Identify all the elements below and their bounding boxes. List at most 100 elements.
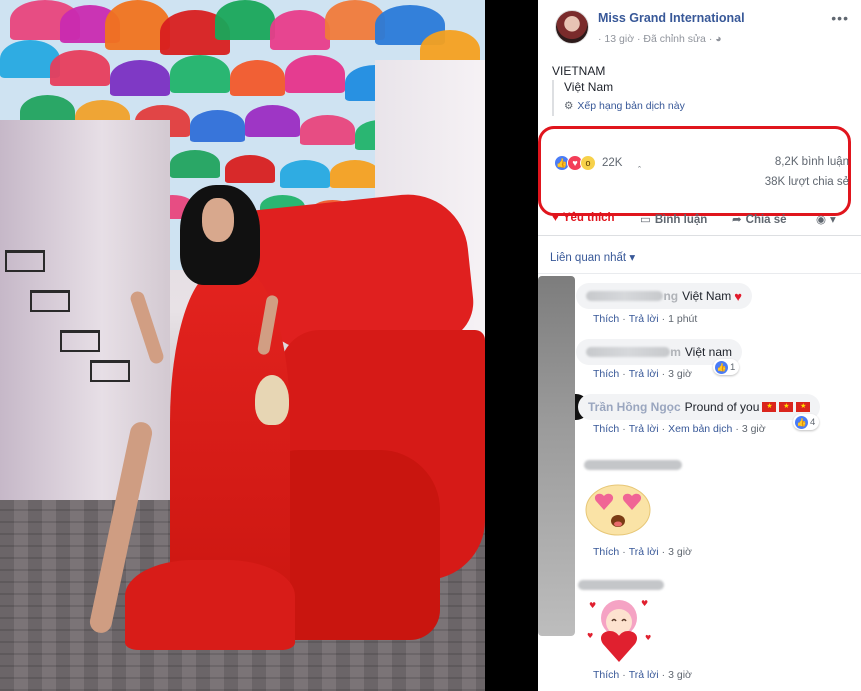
reaction-count[interactable]: 22K (602, 157, 622, 169)
commenter-name[interactable]: Trần Hồng Ngọc (588, 400, 681, 414)
balcony-decoration (5, 250, 45, 272)
divider (538, 273, 861, 274)
rate-translation[interactable]: ⚙ Xếp hạng bản dịch này (564, 100, 685, 112)
highlight-box (538, 126, 851, 216)
chevron-down-icon: ▾ (629, 252, 636, 264)
dot-separator: · (622, 669, 626, 681)
comment-likes: 4 (810, 416, 816, 428)
balcony-decoration (60, 330, 100, 352)
share-icon: ➦ (732, 214, 742, 226)
umbrella-decoration (300, 115, 355, 145)
audience-selector[interactable]: ◉ ▾ (816, 212, 836, 226)
share-button-label: Chia sẻ (745, 214, 787, 226)
translation-block: Việt Nam ⚙ Xếp hạng bản dịch này (552, 80, 685, 116)
comment-actions: Thích · Trả lời · Xem bản dịch · 3 giờ (593, 423, 766, 435)
dot-separator: · (622, 546, 626, 558)
sort-label: Liên quan nhất (550, 252, 627, 264)
umbrella-decoration (50, 50, 110, 86)
commenter-name[interactable]: m (670, 345, 681, 359)
heart-icon: ♥ (734, 288, 742, 304)
redacted-name (586, 291, 664, 301)
svg-text:♥: ♥ (645, 634, 651, 642)
comment-like-link[interactable]: Thích (593, 313, 619, 325)
umbrella-decoration (110, 60, 170, 96)
comment-name-bubble (578, 452, 690, 478)
reaction-summary[interactable]: 👍 ♥ o 22K (554, 155, 622, 171)
comment-reply-link[interactable]: Trả lời (629, 423, 659, 435)
comment-actions: Thích · Trả lời · 3 giờ (593, 546, 692, 558)
translation-text: Việt Nam (564, 80, 614, 94)
umbrella-decoration (225, 155, 275, 183)
comment-like-link[interactable]: Thích (593, 669, 619, 681)
comment-reply-link[interactable]: Trả lời (629, 368, 659, 380)
more-dots-icon[interactable]: ••• (831, 10, 849, 26)
dot-separator: · (735, 423, 739, 435)
thumbs-up-icon: 👍 (715, 360, 728, 374)
thumbs-up-icon: 👍 (795, 415, 808, 429)
comment-reply-link[interactable]: Trả lời (629, 546, 659, 558)
svg-text:♥: ♥ (641, 599, 648, 608)
like-button-label: Yêu thích (562, 212, 615, 224)
page-avatar[interactable] (555, 10, 589, 44)
comment-time[interactable]: 3 giờ (742, 423, 766, 435)
umbrella-decoration (280, 160, 330, 188)
globe-icon: ◕ (715, 33, 722, 45)
like-button[interactable]: ♥ Yêu thích (552, 212, 615, 224)
umbrella-decoration (215, 0, 275, 40)
umbrella-decoration (190, 110, 245, 142)
caret-icon: ˆ (638, 165, 641, 175)
comment-like-count[interactable]: 👍 4 (793, 414, 820, 430)
comments-count[interactable]: 8,2K bình luận (775, 156, 849, 168)
commenter-name[interactable]: ng (663, 289, 678, 303)
svg-text:♥: ♥ (587, 632, 593, 640)
post-panel: Miss Grand International · 13 giờ · Đã c… (538, 0, 861, 691)
hug-heart-sticker: ♥ ♥ ♥ ♥ (587, 599, 651, 662)
page-name-link[interactable]: Miss Grand International (598, 11, 745, 25)
comment-text: Việt nam (684, 345, 732, 359)
comment-time[interactable]: 3 giờ (668, 669, 692, 681)
comment-time[interactable]: 3 giờ (668, 368, 692, 380)
balcony-decoration (90, 360, 130, 382)
censored-avatars (538, 276, 575, 636)
comment-button-label: Bình luận (654, 214, 708, 226)
comment-like-link[interactable]: Thích (593, 423, 619, 435)
svg-text:♥: ♥ (589, 601, 596, 610)
post-photo[interactable] (0, 0, 485, 691)
dot-separator: · (661, 368, 666, 380)
rate-translation-label[interactable]: Xếp hạng bản dịch này (577, 100, 684, 112)
dot-separator: · (661, 313, 666, 325)
comment-reply-link[interactable]: Trả lời (629, 313, 659, 325)
balcony-decoration (30, 290, 70, 312)
post-meta: · 13 giờ · Đã chỉnh sửa · ◕ (598, 33, 722, 45)
post-text: VIETNAM (552, 64, 606, 78)
edited-label[interactable]: Đã chỉnh sửa (643, 33, 705, 45)
comment-like-link[interactable]: Thích (593, 546, 619, 558)
umbrella-decoration (170, 150, 220, 178)
comment-time[interactable]: 3 giờ (668, 546, 692, 558)
comment-like-count[interactable]: 👍 1 (713, 359, 740, 375)
comment-reply-link[interactable]: Trả lời (629, 669, 659, 681)
umbrella-decoration (330, 160, 380, 188)
umbrella-decoration (245, 105, 300, 137)
handbag (255, 375, 289, 425)
dot-separator: · (622, 368, 626, 380)
umbrella-decoration (270, 10, 330, 50)
gear-icon: ⚙ (564, 100, 574, 112)
comment-like-link[interactable]: Thích (593, 368, 619, 380)
post-time[interactable]: 13 giờ (604, 33, 634, 45)
comment-button[interactable]: ▭ Bình luận (640, 212, 707, 226)
model-face (202, 198, 234, 242)
dot-separator: · (622, 313, 626, 325)
comment-time[interactable]: 1 phút (668, 313, 697, 325)
share-button[interactable]: ➦ Chia sẻ (732, 212, 787, 226)
globe-icon: ◉ (816, 214, 827, 226)
redacted-name (584, 460, 682, 470)
comment-sort-dropdown[interactable]: Liên quan nhất ▾ (550, 250, 635, 264)
see-translation-link[interactable]: Xem bản dịch (668, 423, 732, 435)
shares-count[interactable]: 38K lượt chia sẻ (765, 176, 849, 188)
umbrella-decoration (170, 55, 230, 93)
post-header: Miss Grand International · 13 giờ · Đã c… (538, 0, 861, 60)
dot-separator: · (661, 423, 666, 435)
umbrella-decoration (285, 55, 345, 93)
comment-actions: Thích · Trả lời · 1 phút (593, 313, 697, 325)
